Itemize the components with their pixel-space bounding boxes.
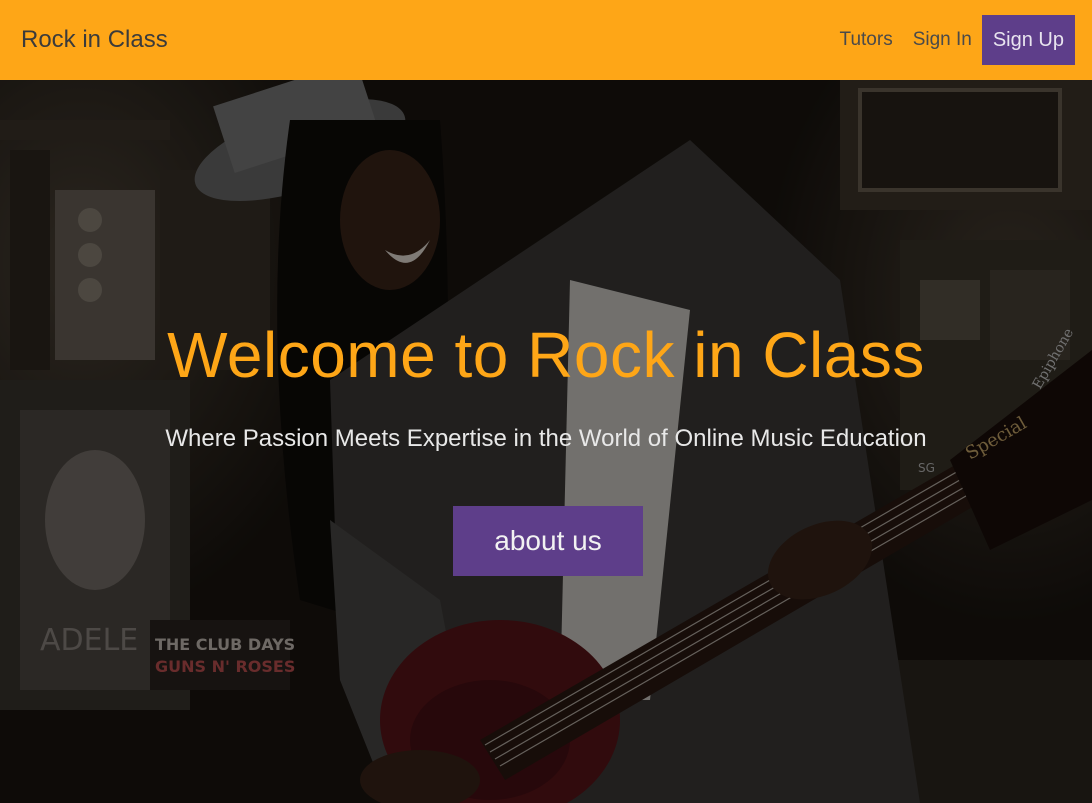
top-navbar: Rock in Class Tutors Sign In Sign Up	[0, 0, 1092, 80]
nav-link-tutors[interactable]: Tutors	[840, 29, 893, 51]
nav-link-sign-in[interactable]: Sign In	[913, 29, 972, 51]
hero-subtitle: Where Passion Meets Expertise in the Wor…	[165, 425, 927, 452]
brand-link[interactable]: Rock in Class	[21, 26, 168, 54]
hero-content: Welcome to Rock in Class Where Passion M…	[0, 80, 1092, 803]
sign-up-button[interactable]: Sign Up	[981, 15, 1075, 65]
hero-section: ADELE THE CLUB DAYS GUNS N' ROSES Specia…	[0, 80, 1092, 803]
about-us-button[interactable]: about us	[453, 506, 643, 576]
hero-title: Welcome to Rock in Class	[167, 319, 925, 391]
nav-links: Tutors Sign In Sign Up	[820, 15, 1075, 65]
